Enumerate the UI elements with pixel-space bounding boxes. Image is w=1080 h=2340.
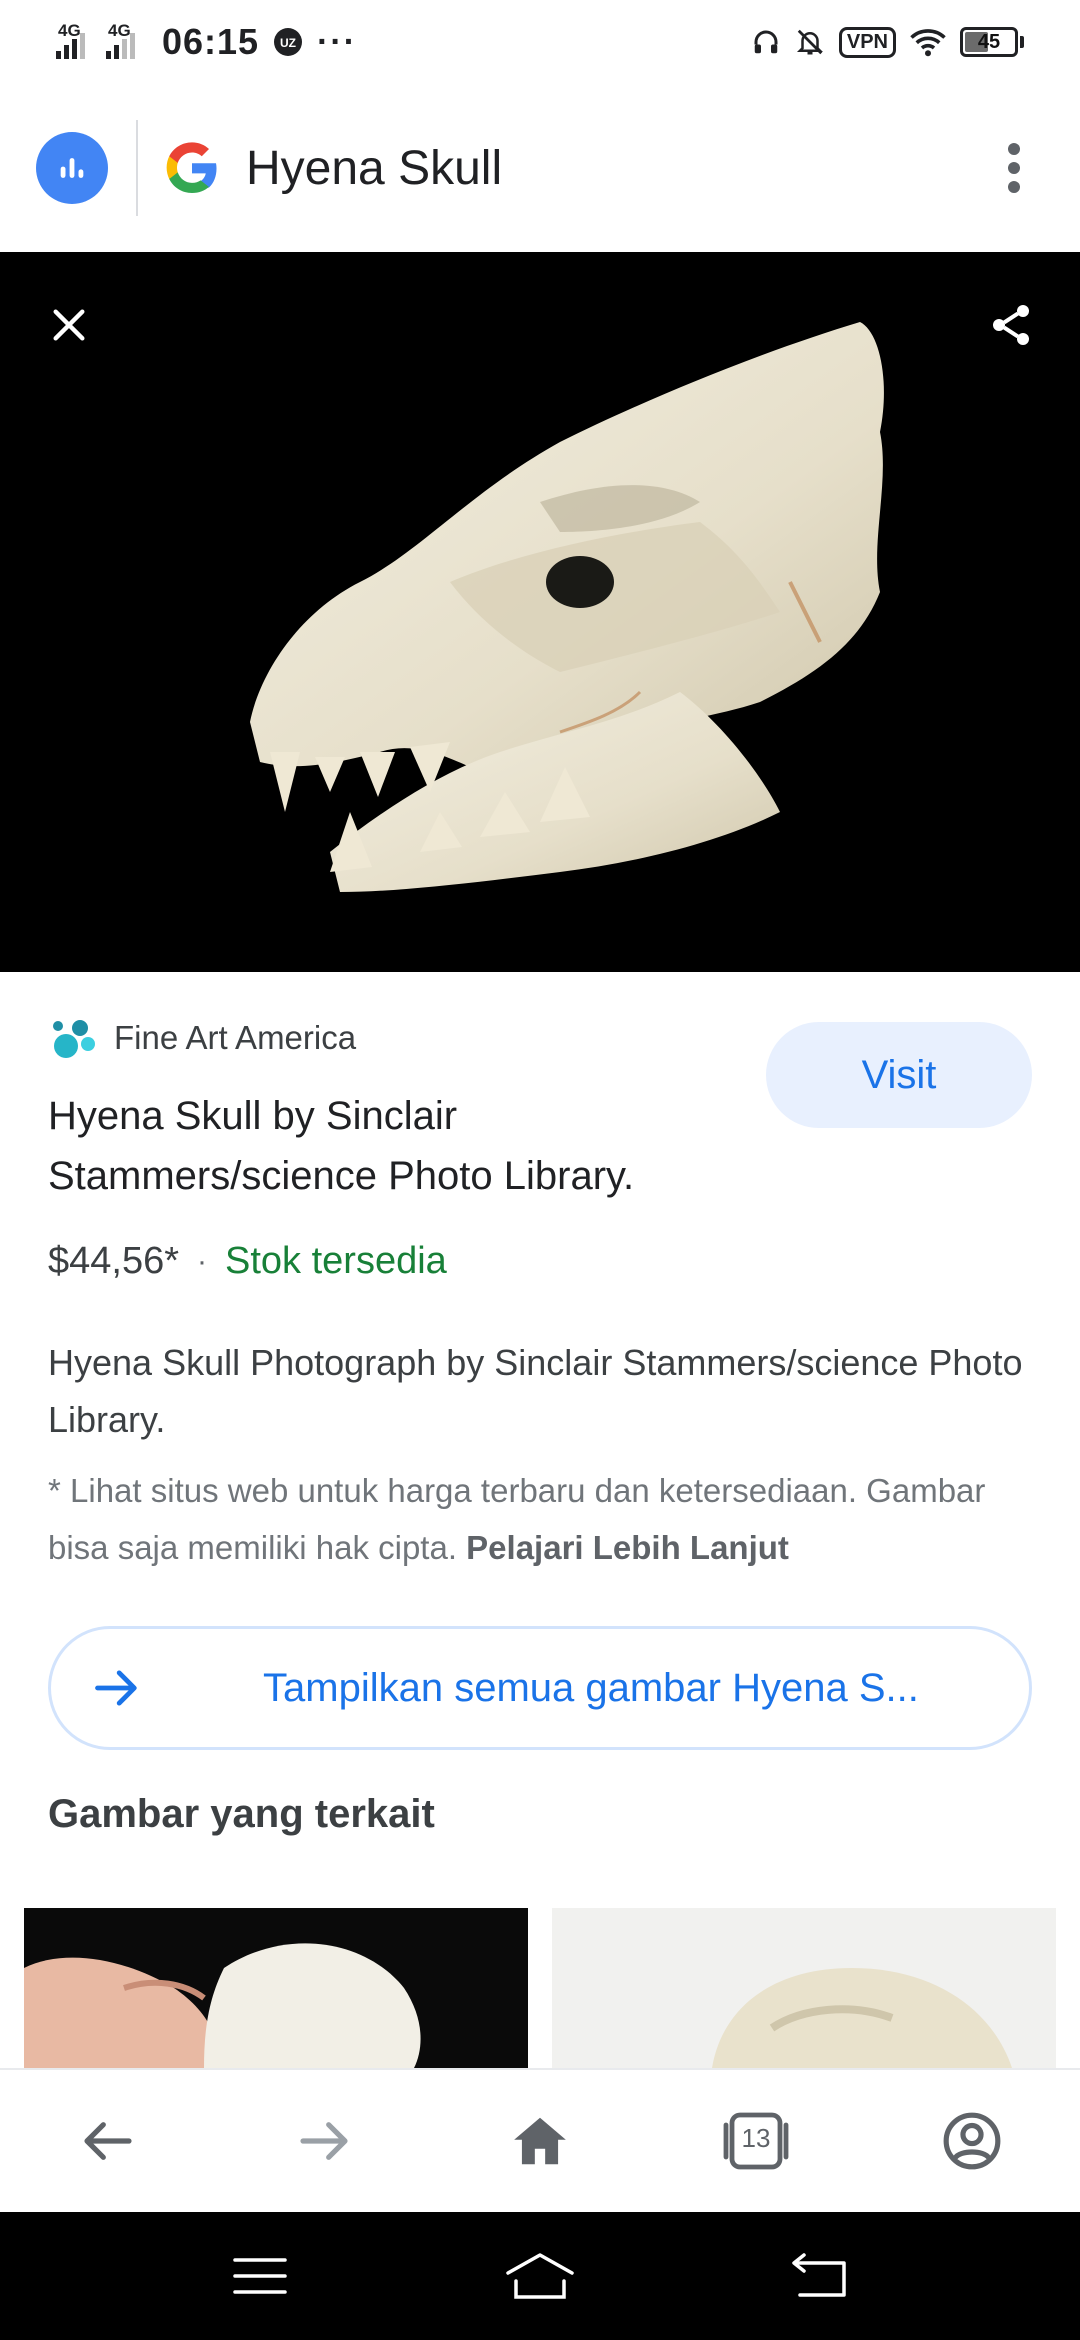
system-nav-bar: [0, 2212, 1080, 2340]
separator: ·: [197, 1244, 208, 1278]
vpn-badge: VPN: [838, 26, 896, 58]
forward-icon[interactable]: [280, 2097, 368, 2185]
tabs-icon[interactable]: 13: [712, 2097, 800, 2185]
back-icon[interactable]: [64, 2097, 152, 2185]
tab-count: 13: [741, 2123, 771, 2153]
price-row: $44,56* · Stok tersedia: [48, 1240, 447, 1283]
related-image-2: [712, 1968, 1012, 2068]
result-title[interactable]: Hyena Skull by Sinclair Stammers/science…: [48, 1086, 748, 1206]
headphones-icon: [754, 30, 778, 54]
back-nav-icon[interactable]: [780, 2246, 860, 2306]
source-row[interactable]: Fine Art America: [48, 1012, 356, 1064]
image-preview[interactable]: [0, 252, 1080, 972]
account-icon[interactable]: [928, 2097, 1016, 2185]
clock: 06:15: [162, 21, 260, 62]
price: $44,56*: [48, 1240, 180, 1282]
bottom-toolbar: 13: [0, 2068, 1080, 2212]
source-name: Fine Art America: [114, 1019, 357, 1056]
status-bar: 4G 4G 06:15 UZ ··· VPN 45: [0, 0, 1080, 84]
lens-icon[interactable]: [36, 132, 108, 204]
signal-icon: 4G: [106, 21, 142, 59]
signal-icon: 4G: [56, 21, 92, 59]
recents-icon[interactable]: [220, 2246, 300, 2306]
show-all-images-label: Tampilkan semua gambar Hyena S...: [263, 1665, 919, 1710]
more-vert-icon[interactable]: [984, 138, 1044, 198]
google-logo-icon: [166, 142, 217, 193]
show-all-images-button[interactable]: Tampilkan semua gambar Hyena S...: [48, 1626, 1032, 1750]
header-divider: [136, 120, 138, 216]
related-image-1: [24, 1943, 421, 2068]
learn-more-link[interactable]: Pelajari Lebih Lanjut: [466, 1529, 789, 1566]
home-icon[interactable]: [496, 2097, 584, 2185]
share-icon[interactable]: [978, 292, 1044, 358]
stock-status: Stok tersedia: [225, 1240, 447, 1282]
hyena-skull-image: [250, 322, 884, 892]
related-images-heading: Gambar yang terkait: [48, 1792, 435, 1836]
description: Hyena Skull Photograph by Sinclair Stamm…: [48, 1342, 1023, 1440]
battery-icon: 45: [960, 27, 1024, 57]
arrow-right-icon: [95, 1670, 137, 1706]
svg-text:UZ: UZ: [280, 36, 296, 50]
visit-button[interactable]: Visit: [766, 1022, 1032, 1128]
notification-app-icon: UZ: [274, 28, 303, 56]
screen: 4G 4G 06:15 UZ ··· VPN 45 Hyena Skull Fi…: [0, 0, 1080, 2340]
search-query[interactable]: Hyena Skull: [246, 141, 984, 196]
close-icon[interactable]: [36, 292, 102, 358]
home-nav-icon[interactable]: [500, 2246, 580, 2306]
search-header: Hyena Skull: [0, 84, 1080, 252]
disclaimer: * Lihat situs web untuk harga terbaru da…: [48, 1462, 1048, 1576]
related-image-thumbnail[interactable]: [552, 1908, 1056, 2068]
wifi-icon: [910, 29, 946, 57]
bell-off-icon: [796, 29, 823, 55]
more-notifications: ···: [317, 23, 358, 61]
related-image-thumbnail[interactable]: [24, 1908, 528, 2068]
fine-art-america-logo-icon: [53, 1020, 95, 1058]
